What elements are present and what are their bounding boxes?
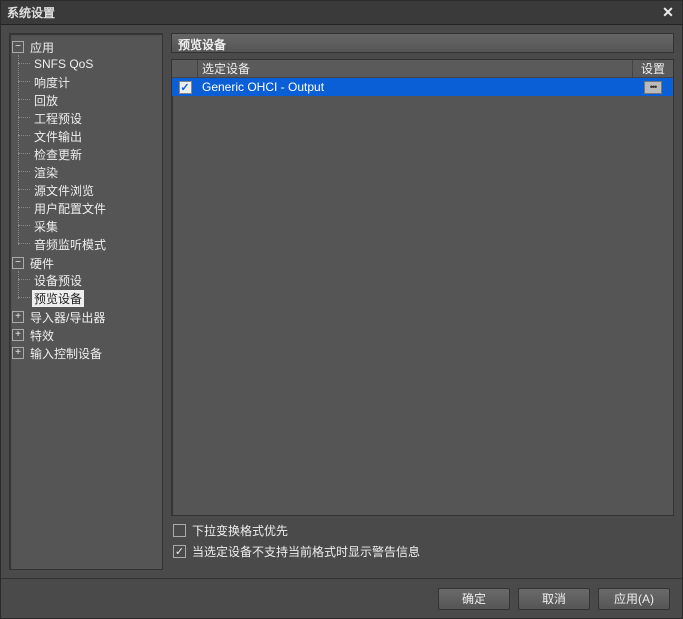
expand-icon[interactable]: + <box>12 311 24 323</box>
tree-item-snfs-qos[interactable]: SNFS QoS <box>32 56 160 72</box>
tree-panel: − 应用 SNFS QoS 响度计 回放 工程预设 文件输出 检查更新 渲染 源… <box>9 33 163 570</box>
tree-item-check-update[interactable]: 检查更新 <box>32 146 160 162</box>
tree-label-effects: 特效 <box>28 327 56 344</box>
tree-row-hardware[interactable]: − 硬件 <box>12 255 160 271</box>
device-list-box: 选定设备 设置 ✓ Generic OHCI - Output ••• <box>171 59 674 516</box>
tree-item-file-output[interactable]: 文件输出 <box>32 128 160 144</box>
tree-item-device-preset[interactable]: 设备预设 <box>32 272 160 288</box>
panel-title: 预览设备 <box>171 33 674 53</box>
tree-node-effects: + 特效 <box>12 326 160 344</box>
device-settings-button[interactable]: ••• <box>644 81 662 94</box>
dialog-title: 系统设置 <box>7 4 660 21</box>
tree-item-project-preset[interactable]: 工程预设 <box>32 110 160 126</box>
tree-row-effects[interactable]: + 特效 <box>12 327 160 343</box>
close-icon[interactable]: ✕ <box>660 5 676 21</box>
collapse-icon[interactable]: − <box>12 257 24 269</box>
tree-label-app: 应用 <box>28 39 56 56</box>
tree-node-input: + 输入控制设备 <box>12 344 160 362</box>
bottom-options: 下拉变换格式优先 ✓ 当选定设备不支持当前格式时显示警告信息 <box>171 516 674 570</box>
device-row[interactable]: ✓ Generic OHCI - Output ••• <box>172 78 673 96</box>
option-warn-unsupported[interactable]: ✓ 当选定设备不支持当前格式时显示警告信息 <box>173 543 672 560</box>
titlebar: 系统设置 ✕ <box>1 1 682 25</box>
tree-row-input[interactable]: + 输入控制设备 <box>12 345 160 361</box>
tree-item-source-browse[interactable]: 源文件浏览 <box>32 182 160 198</box>
settings-tree: − 应用 SNFS QoS 响度计 回放 工程预设 文件输出 检查更新 渲染 源… <box>12 38 160 362</box>
tree-item-render[interactable]: 渲染 <box>32 164 160 180</box>
tree-label-importer: 导入器/导出器 <box>28 309 107 326</box>
tree-item-loudness[interactable]: 响度计 <box>32 74 160 90</box>
collapse-icon[interactable]: − <box>12 41 24 53</box>
tree-label-input: 输入控制设备 <box>28 345 104 362</box>
dialog-body: − 应用 SNFS QoS 响度计 回放 工程预设 文件输出 检查更新 渲染 源… <box>1 25 682 578</box>
tree-children-app: SNFS QoS 响度计 回放 工程预设 文件输出 检查更新 渲染 源文件浏览 … <box>12 55 160 253</box>
ellipsis-icon: ••• <box>650 82 656 92</box>
device-checkbox-cell: ✓ <box>172 81 198 94</box>
device-checkbox[interactable]: ✓ <box>179 81 192 94</box>
tree-item-user-profile[interactable]: 用户配置文件 <box>32 200 160 216</box>
tree-item-preview-device[interactable]: 预览设备 <box>32 290 160 306</box>
header-check-col <box>172 60 198 77</box>
device-name: Generic OHCI - Output <box>198 80 633 94</box>
label-pulldown: 下拉变换格式优先 <box>192 522 288 539</box>
header-selected-device: 选定设备 <box>198 60 633 77</box>
apply-button[interactable]: 应用(A) <box>598 588 670 610</box>
expand-icon[interactable]: + <box>12 347 24 359</box>
tree-item-capture[interactable]: 采集 <box>32 218 160 234</box>
option-pulldown-priority[interactable]: 下拉变换格式优先 <box>173 522 672 539</box>
tree-row-importer[interactable]: + 导入器/导出器 <box>12 309 160 325</box>
ok-button[interactable]: 确定 <box>438 588 510 610</box>
tree-node-hardware: − 硬件 设备预设 预览设备 <box>12 254 160 308</box>
header-settings: 设置 <box>633 60 673 77</box>
tree-node-importer: + 导入器/导出器 <box>12 308 160 326</box>
label-warn: 当选定设备不支持当前格式时显示警告信息 <box>192 543 420 560</box>
system-settings-dialog: 系统设置 ✕ − 应用 SNFS QoS 响度计 回放 工程预设 文件输出 检 <box>0 0 683 619</box>
tree-item-playback[interactable]: 回放 <box>32 92 160 108</box>
checkbox-pulldown[interactable] <box>173 524 186 537</box>
tree-row-app[interactable]: − 应用 <box>12 39 160 55</box>
tree-node-app: − 应用 SNFS QoS 响度计 回放 工程预设 文件输出 检查更新 渲染 源… <box>12 38 160 254</box>
tree-item-audio-monitor[interactable]: 音频监听模式 <box>32 236 160 252</box>
device-settings-cell: ••• <box>633 81 673 94</box>
tree-children-hardware: 设备预设 预览设备 <box>12 271 160 307</box>
dialog-footer: 确定 取消 应用(A) <box>1 578 682 618</box>
checkbox-warn[interactable]: ✓ <box>173 545 186 558</box>
expand-icon[interactable]: + <box>12 329 24 341</box>
tree-label-hardware: 硬件 <box>28 255 56 272</box>
cancel-button[interactable]: 取消 <box>518 588 590 610</box>
right-panel: 预览设备 选定设备 设置 ✓ Generic OHCI - Output ••• <box>171 33 674 570</box>
device-header: 选定设备 设置 <box>172 60 673 78</box>
